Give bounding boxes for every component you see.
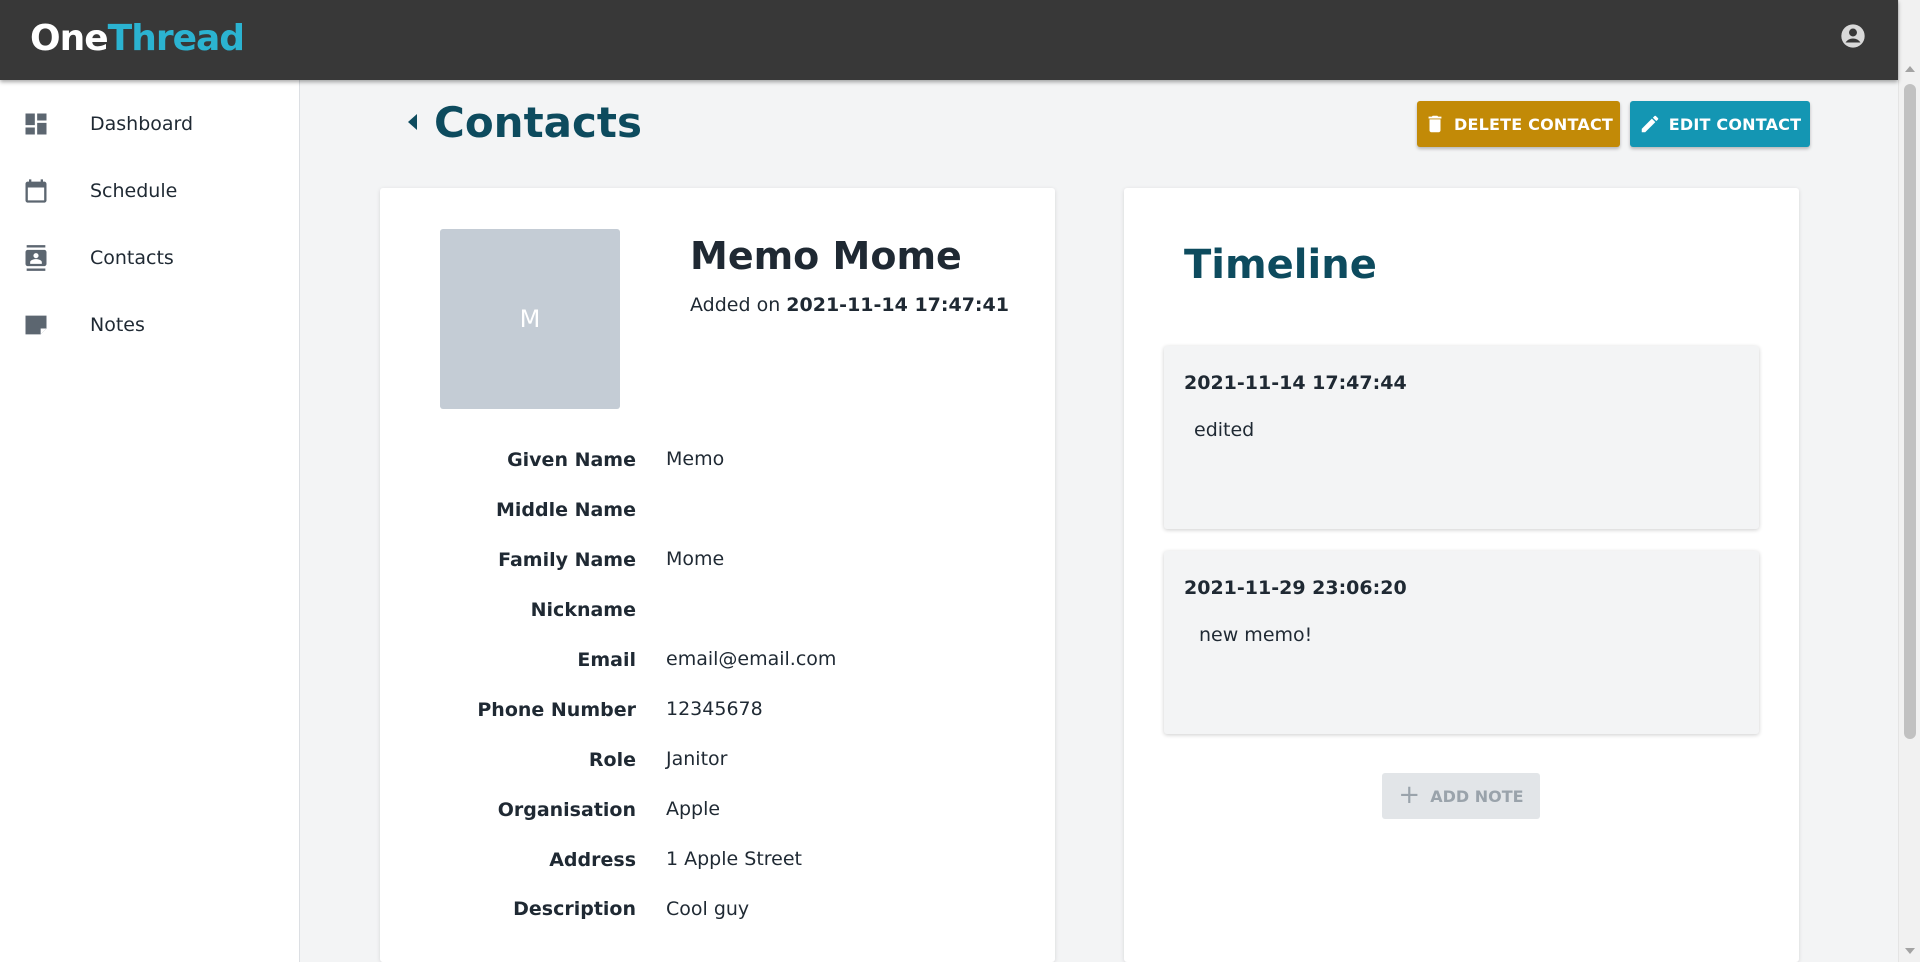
field-value-description: Cool guy (666, 898, 750, 920)
trash-icon (1428, 115, 1442, 133)
delete-contact-button[interactable]: DELETE CONTACT (1417, 101, 1620, 147)
field-label-address: Address (549, 849, 636, 871)
scroll-down-arrow-icon[interactable] (1905, 948, 1915, 954)
avatar: M (440, 229, 620, 409)
note-text: edited (1194, 419, 1255, 441)
scroll-thumb[interactable] (1904, 84, 1916, 739)
note-text: new memo! (1199, 624, 1313, 646)
sidebar-item-label: Dashboard (90, 113, 194, 135)
field-value-phone-number: 12345678 (666, 698, 763, 720)
field-label-description: Description (513, 898, 636, 920)
sidebar: Dashboard Schedule Contacts Notes (0, 80, 300, 962)
scroll-up-arrow-icon[interactable] (1905, 66, 1915, 72)
field-label-middle-name: Middle Name (495, 499, 636, 521)
field-value-family-name: Mome (666, 548, 725, 570)
pencil-icon (1641, 115, 1659, 133)
sidebar-item-contacts[interactable]: Contacts (0, 230, 299, 286)
sidebar-item-schedule[interactable]: Schedule (0, 163, 299, 219)
field-value-email: email@email.com (666, 648, 837, 670)
timeline-note[interactable]: 2021-11-29 23:06:20 new memo! (1164, 551, 1759, 734)
vertical-scrollbar[interactable] (1898, 0, 1920, 962)
timeline-note[interactable]: 2021-11-14 17:47:44 edited (1164, 346, 1759, 529)
contact-name: Memo Mome (690, 234, 962, 278)
back-caret-icon[interactable] (408, 114, 417, 130)
field-label-role: Role (588, 749, 636, 771)
sidebar-item-label: Schedule (90, 180, 178, 202)
added-on-text: Added on 2021-11-14 17:47:41 (690, 294, 1009, 316)
field-label-given-name: Given Name (507, 449, 636, 471)
delete-contact-label: DELETE CONTACT (1454, 114, 1613, 134)
field-value-address: 1 Apple Street (666, 848, 802, 870)
field-label-phone-number: Phone Number (477, 699, 636, 721)
field-label-nickname: Nickname (530, 599, 636, 621)
logo-text-thread: Thread (107, 18, 245, 59)
contact-card-icon (25, 245, 47, 271)
account-circle-icon[interactable] (1839, 22, 1867, 50)
avatar-initial: M (519, 305, 541, 333)
field-value-organisation: Apple (666, 798, 721, 820)
timeline-title: Timeline (1184, 242, 1377, 288)
field-label-email: Email (577, 649, 636, 671)
field-label-family-name: Family Name (498, 549, 636, 571)
page-title: Contacts (434, 98, 642, 147)
sidebar-item-notes[interactable]: Notes (0, 297, 299, 353)
field-value-given-name: Memo (666, 448, 725, 470)
field-label-organisation: Organisation (497, 799, 636, 821)
add-note-button[interactable]: + ADD NOTE (1382, 773, 1540, 819)
field-value-role: Janitor (666, 748, 728, 770)
dashboard-icon (25, 113, 47, 135)
edit-contact-label: EDIT CONTACT (1668, 114, 1802, 134)
sidebar-item-label: Contacts (90, 247, 174, 269)
added-on-timestamp: 2021-11-14 17:47:41 (786, 294, 1009, 316)
plus-icon: + (1398, 780, 1421, 810)
note-date: 2021-11-29 23:06:20 (1184, 577, 1407, 599)
app-logo[interactable]: OneThread (30, 18, 245, 59)
add-note-label: ADD NOTE (1430, 786, 1524, 806)
calendar-icon (25, 179, 47, 203)
logo-text-one: One (30, 18, 109, 59)
edit-contact-button[interactable]: EDIT CONTACT (1630, 101, 1810, 147)
note-date: 2021-11-14 17:47:44 (1184, 372, 1407, 394)
sidebar-item-dashboard[interactable]: Dashboard (0, 96, 299, 152)
added-on-prefix: Added on (690, 294, 781, 316)
top-app-bar: OneThread (0, 0, 1898, 80)
note-icon (25, 315, 47, 335)
sidebar-item-label: Notes (90, 314, 145, 336)
